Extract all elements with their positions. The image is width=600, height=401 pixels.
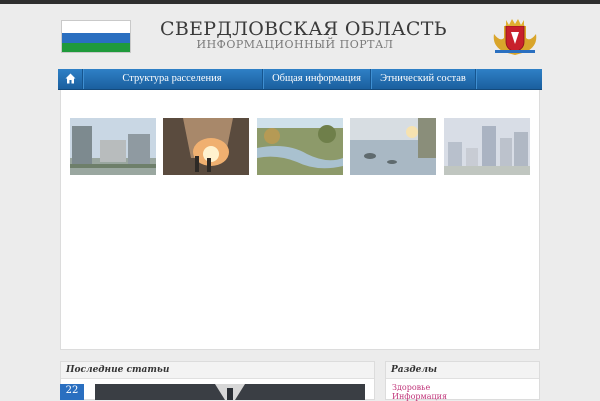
- slider-thumb-steel-mill[interactable]: [163, 118, 249, 175]
- article-image[interactable]: [95, 384, 365, 400]
- sections-list: Здоровье Информация: [392, 383, 447, 401]
- slider-thumb-city[interactable]: [70, 118, 156, 175]
- article-date-badge: 22: [60, 384, 84, 400]
- slider-thumb-lake-sunset[interactable]: [350, 118, 436, 175]
- nav-item-settlement-structure[interactable]: Структура расселения: [82, 69, 263, 89]
- latest-articles-heading: Последние статьи: [61, 362, 374, 379]
- site-title[interactable]: СВЕРДЛОВСКАЯ ОБЛАСТЬ: [160, 18, 447, 40]
- sections-heading: Разделы: [386, 362, 539, 379]
- main-navigation: Структура расселения Общая информация Эт…: [58, 69, 542, 90]
- coat-of-arms-logo: [490, 16, 540, 56]
- top-bar: [0, 0, 600, 4]
- nav-item-general-info[interactable]: Общая информация: [263, 69, 371, 89]
- region-flag: [61, 20, 131, 53]
- nav-item-ethnic-composition[interactable]: Этнический состав: [371, 69, 476, 89]
- section-link-health[interactable]: Здоровье: [392, 383, 447, 392]
- nav-home[interactable]: [58, 69, 83, 89]
- site-subtitle: ИНФОРМАЦИОННЫЙ ПОРТАЛ: [196, 38, 394, 51]
- slider-thumb-city-skyline[interactable]: [444, 118, 530, 175]
- slider-thumb-river-forest[interactable]: [257, 118, 343, 175]
- home-icon: [65, 73, 76, 84]
